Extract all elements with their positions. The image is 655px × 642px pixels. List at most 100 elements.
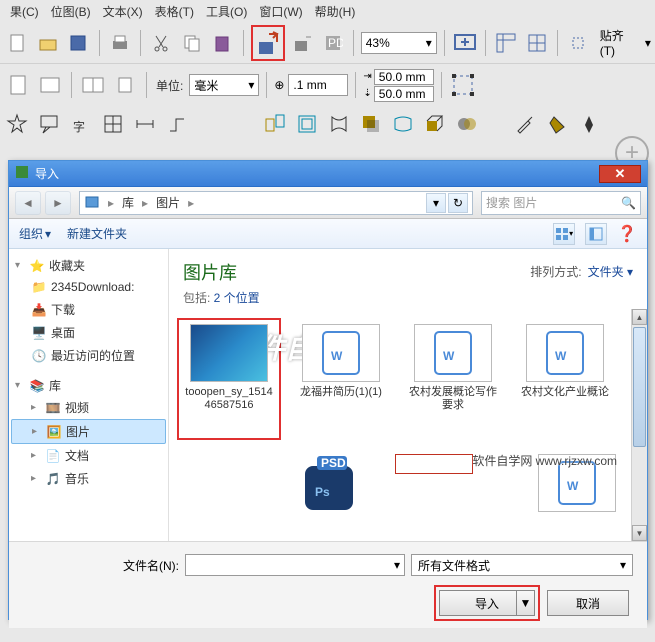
organize-button[interactable]: 组织 ▾ <box>19 225 51 242</box>
sidebar-item-music[interactable]: ▸🎵音乐 <box>11 467 166 490</box>
doc-thumbnail: W <box>538 454 616 512</box>
help-icon[interactable]: ❓ <box>617 224 637 244</box>
search-input[interactable]: 搜索 图片 🔍 <box>481 191 641 215</box>
menu-item[interactable]: 窗口(W) <box>253 1 308 22</box>
locations-link[interactable]: 2 个位置 <box>214 291 260 305</box>
import-button[interactable]: 导入 ▼ <box>439 590 535 616</box>
transparency-icon[interactable] <box>454 111 480 137</box>
doc-thumbnail: W <box>414 324 492 382</box>
sidebar-libraries-header[interactable]: ▾📚库 <box>11 375 166 396</box>
crumb[interactable]: 图片 <box>156 194 180 211</box>
shadow-icon[interactable] <box>358 111 384 137</box>
menu-item[interactable]: 文本(X) <box>97 1 149 22</box>
connector-icon[interactable] <box>164 111 190 137</box>
grid-icon[interactable] <box>524 29 551 57</box>
callout-icon[interactable] <box>36 111 62 137</box>
dup-y-input[interactable]: 50.0 mm <box>374 86 434 102</box>
file-item[interactable]: W <box>531 454 623 533</box>
eyedropper-icon[interactable] <box>512 111 538 137</box>
page-landscape-icon[interactable] <box>36 71 64 99</box>
cut-icon[interactable] <box>148 29 175 57</box>
menu-item[interactable]: 帮助(H) <box>309 1 362 22</box>
filter-select[interactable]: 所有文件格式▾ <box>411 554 633 576</box>
scrollbar[interactable]: ▲ ▼ <box>631 309 647 541</box>
envelope-icon[interactable] <box>390 111 416 137</box>
zoom-select[interactable]: 43%▾ <box>361 32 437 54</box>
dimension-icon[interactable] <box>132 111 158 137</box>
paste-icon[interactable] <box>209 29 236 57</box>
cancel-button[interactable]: 取消 <box>547 590 629 616</box>
nudge-input[interactable]: .1 mm <box>288 74 348 96</box>
view-mode-button[interactable]: ▾ <box>553 223 575 245</box>
fill-icon[interactable] <box>544 111 570 137</box>
blend-icon[interactable] <box>262 111 288 137</box>
dup-x-input[interactable]: 50.0 mm <box>374 69 434 85</box>
dialog-titlebar[interactable]: 导入 ✕ <box>9 161 647 187</box>
copy-icon[interactable] <box>179 29 206 57</box>
dropdown-icon[interactable]: ▾ <box>426 193 446 213</box>
file-item[interactable]: W 农村发展概论写作要求 <box>407 324 499 434</box>
page-portrait-icon[interactable] <box>4 71 32 99</box>
page-single-icon[interactable] <box>111 71 139 99</box>
preview-pane-button[interactable] <box>585 223 607 245</box>
sort-select[interactable]: 文件夹 ▾ <box>588 263 633 280</box>
snap-icon[interactable] <box>565 29 592 57</box>
refresh-icon[interactable]: ↻ <box>448 193 468 213</box>
print-icon[interactable] <box>107 29 134 57</box>
file-item[interactable]: tooopen_sy_151446587516 <box>183 324 275 434</box>
sidebar-item-video[interactable]: ▸🎞️视频 <box>11 396 166 419</box>
scroll-up-icon[interactable]: ▲ <box>632 309 647 325</box>
import-dropdown-icon[interactable]: ▼ <box>516 591 534 615</box>
menu-item[interactable]: 位图(B) <box>45 1 97 22</box>
pdf-icon[interactable]: PDF <box>319 29 346 57</box>
selection-frame-icon[interactable] <box>449 71 477 99</box>
fullscreen-icon[interactable] <box>452 29 479 57</box>
save-icon[interactable] <box>65 29 92 57</box>
star-icon[interactable] <box>4 111 30 137</box>
psd-thumbnail: PsPSD <box>290 454 368 512</box>
menu-item[interactable]: 果(C) <box>4 1 45 22</box>
distort-icon[interactable] <box>326 111 352 137</box>
scroll-down-icon[interactable]: ▼ <box>632 525 647 541</box>
sidebar-item-documents[interactable]: ▸📄文档 <box>11 444 166 467</box>
import-icon[interactable] <box>251 25 285 61</box>
snap-label[interactable]: 贴齐(T) <box>596 27 641 58</box>
sidebar-item-pictures[interactable]: ▸🖼️图片 <box>11 419 166 444</box>
pen-icon[interactable] <box>576 111 602 137</box>
file-item[interactable]: PsPSD <box>283 454 375 533</box>
contour-icon[interactable] <box>294 111 320 137</box>
forward-button[interactable]: ► <box>45 191 71 215</box>
sidebar-item-download[interactable]: 📥下载 <box>11 298 166 321</box>
table-icon[interactable] <box>100 111 126 137</box>
unit-select[interactable]: 毫米▾ <box>189 74 259 96</box>
sidebar-item-recent[interactable]: 🕓最近访问的位置 <box>11 344 166 367</box>
close-button[interactable]: ✕ <box>599 165 641 183</box>
dialog-title: 导入 <box>35 165 59 182</box>
breadcrumb[interactable]: ▸ 库 ▸ 图片 ▸ ▾ ↻ <box>79 191 473 215</box>
new-doc-icon[interactable] <box>4 29 31 57</box>
new-folder-button[interactable]: 新建文件夹 <box>67 225 127 242</box>
scroll-thumb[interactable] <box>633 327 646 447</box>
open-icon[interactable] <box>35 29 62 57</box>
file-grid: tooopen_sy_151446587516 W 龙福井简历(1)(1) W … <box>169 316 647 541</box>
text-icon[interactable]: 字 <box>68 111 94 137</box>
crumb[interactable]: 库 <box>122 194 134 211</box>
sidebar-item-desktop[interactable]: 🖥️桌面 <box>11 321 166 344</box>
file-item[interactable]: W 农村文化产业概论 <box>519 324 611 434</box>
ruler-icon[interactable] <box>493 29 520 57</box>
menu-item[interactable]: 表格(T) <box>149 1 200 22</box>
document-icon: 📄 <box>45 448 61 464</box>
file-item[interactable] <box>395 454 473 533</box>
menu-item[interactable]: 工具(O) <box>200 1 253 22</box>
desktop-icon: 🖥️ <box>31 325 47 341</box>
filename-input[interactable]: ▾ <box>185 554 405 576</box>
sidebar-item-downloads[interactable]: 📁2345Download: <box>11 276 166 298</box>
extrude-icon[interactable] <box>422 111 448 137</box>
sidebar-favorites-header[interactable]: ▾⭐收藏夹 <box>11 255 166 276</box>
pages-icon[interactable] <box>79 71 107 99</box>
picture-icon: 🖼️ <box>46 424 62 440</box>
export-icon[interactable] <box>289 29 316 57</box>
file-item[interactable]: W 龙福井简历(1)(1) <box>295 324 387 434</box>
back-button[interactable]: ◄ <box>15 191 41 215</box>
toolbar-properties: 单位: 毫米▾ ⊕ .1 mm ⇥50.0 mm ⇣50.0 mm + <box>0 64 655 106</box>
